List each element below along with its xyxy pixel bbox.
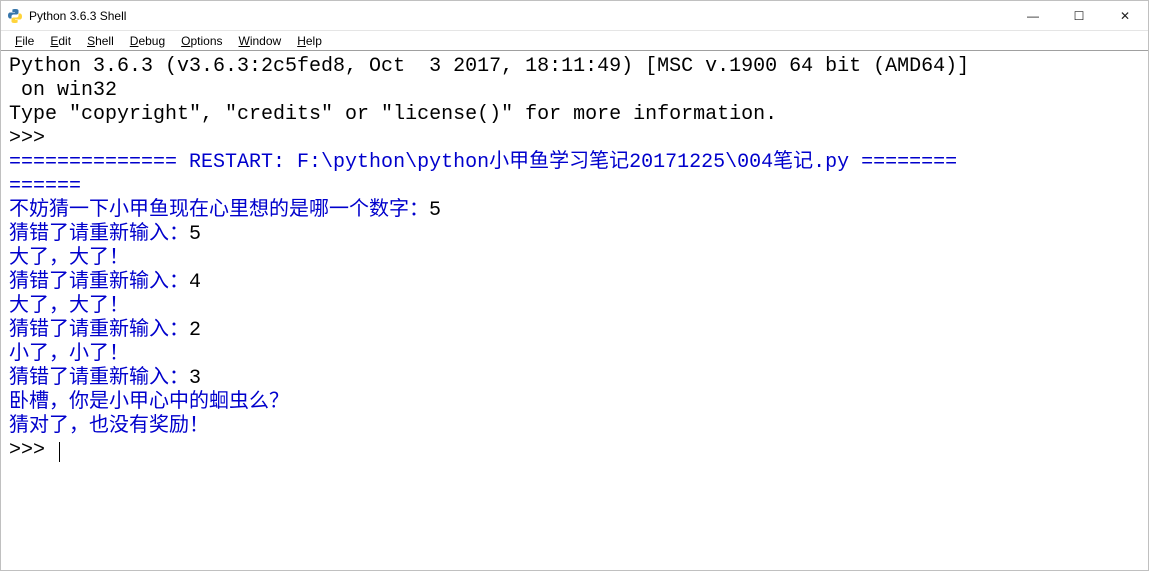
user-input: 2 [189,319,201,342]
prompt: >>> [9,439,57,462]
close-button[interactable]: ✕ [1102,1,1148,30]
program-output: 猜错了请重新输入： [9,367,189,390]
banner-line: Type "copyright", "credits" or "license(… [9,103,777,126]
minimize-button[interactable]: — [1010,1,1056,30]
banner-line: Python 3.6.3 (v3.6.3:2c5fed8, Oct 3 2017… [9,55,969,78]
program-output: 猜错了请重新输入： [9,319,189,342]
program-output: 小了，小了！ [9,343,129,366]
program-output: 猜错了请重新输入： [9,271,189,294]
python-icon [7,8,23,24]
menu-options[interactable]: Options [173,33,230,49]
restart-line: ====== [9,175,81,198]
program-output: 卧槽，你是小甲心中的蛔虫么？ [9,391,289,414]
title-bar: Python 3.6.3 Shell — ☐ ✕ [1,1,1148,31]
menu-shell[interactable]: Shell [79,33,122,49]
program-output: 大了，大了！ [9,247,129,270]
user-input: 3 [189,367,201,390]
user-input: 4 [189,271,201,294]
menu-edit[interactable]: Edit [42,33,79,49]
text-cursor [59,442,60,462]
menu-help[interactable]: Help [289,33,330,49]
menu-file[interactable]: File [7,33,42,49]
prompt: >>> [9,127,57,150]
program-output: 猜对了，也没有奖励！ [9,415,209,438]
window-buttons: — ☐ ✕ [1010,1,1148,30]
restart-line: ============== RESTART: F:\python\python… [9,151,957,174]
window-title: Python 3.6.3 Shell [29,9,1010,23]
menu-window[interactable]: Window [231,33,290,49]
menu-debug[interactable]: Debug [122,33,173,49]
menu-bar: File Edit Shell Debug Options Window Hel… [1,31,1148,51]
maximize-button[interactable]: ☐ [1056,1,1102,30]
user-input: 5 [189,223,201,246]
program-output: 猜错了请重新输入： [9,223,189,246]
program-output: 不妨猜一下小甲鱼现在心里想的是哪一个数字： [9,199,429,222]
program-output: 大了，大了！ [9,295,129,318]
banner-line: on win32 [9,79,117,102]
user-input: 5 [429,199,441,222]
console-output[interactable]: Python 3.6.3 (v3.6.3:2c5fed8, Oct 3 2017… [1,51,1148,568]
